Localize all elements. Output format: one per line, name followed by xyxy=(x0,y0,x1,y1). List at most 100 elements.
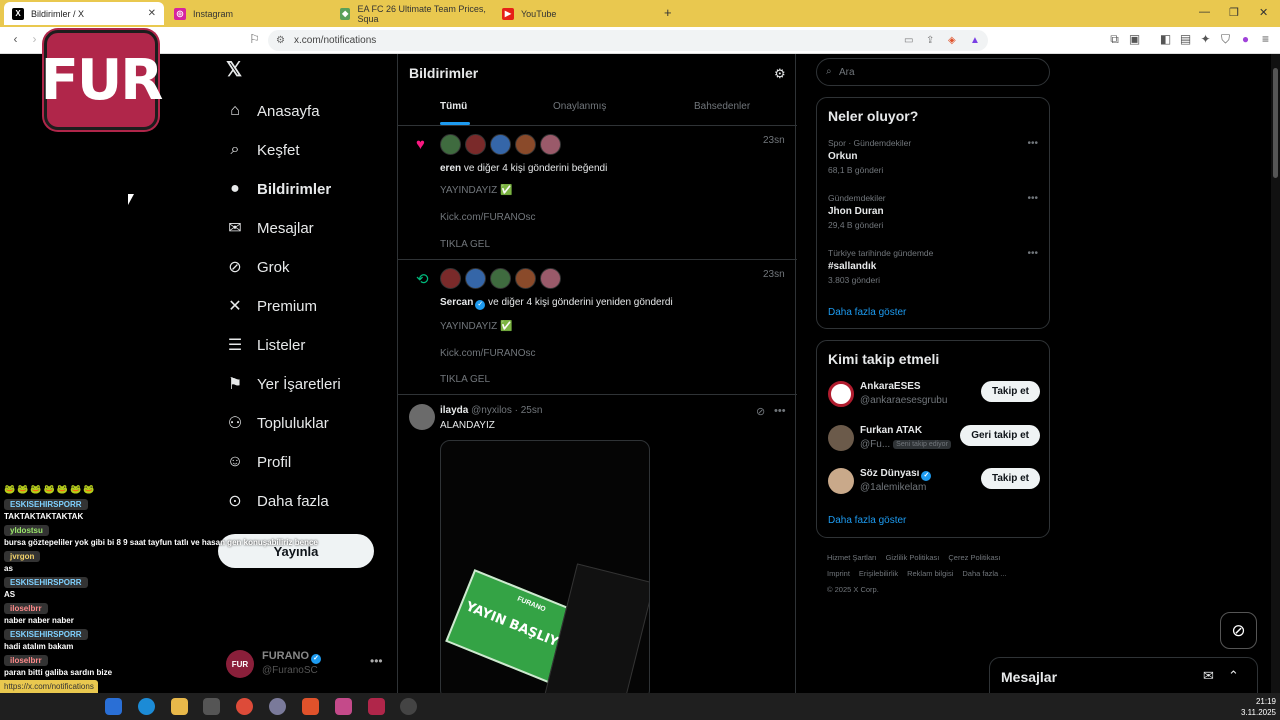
nav-messages[interactable]: ✉ Mesajlar xyxy=(226,213,313,243)
avatar[interactable] xyxy=(465,134,486,155)
nav-communities[interactable]: ⚇ Topluluklar xyxy=(226,408,329,438)
nav-explore[interactable]: ⌕ Keşfet xyxy=(226,135,300,165)
tab-verified[interactable]: Onaylanmış xyxy=(553,101,606,112)
tab-all[interactable]: Tümü xyxy=(440,101,467,112)
gear-icon[interactable]: ⚙ xyxy=(774,66,786,82)
nav-profile[interactable]: ☺ Profil xyxy=(226,447,291,477)
x-logo-icon[interactable]: 𝕏 xyxy=(226,60,246,80)
nav-premium[interactable]: ✕ Premium xyxy=(226,291,317,321)
browser-tab-x[interactable]: X Bildirimler / X ✕ xyxy=(4,2,164,25)
share-icon[interactable]: ⇪ xyxy=(926,35,934,46)
more-icon[interactable]: ••• xyxy=(1027,138,1038,149)
site-info-icon[interactable]: ⚙ xyxy=(276,35,285,46)
avatar[interactable] xyxy=(515,134,536,155)
notification-repost[interactable]: ⟲ 23sn Sercan ✓ ve diğer 4 kişi gönderini… xyxy=(398,260,797,394)
follow-button[interactable]: Takip et xyxy=(980,468,1040,489)
store-icon[interactable] xyxy=(203,698,220,715)
nav-lists[interactable]: ☰ Listeler xyxy=(226,330,306,360)
more-icon[interactable]: ••• xyxy=(370,654,383,668)
follow-suggestion[interactable]: Söz Dünyası ✓ @1alemikelam Takip et xyxy=(828,466,1040,498)
brave-shield-icon[interactable]: ◈ xyxy=(948,35,956,46)
browser-menu-icon[interactable]: ≡ xyxy=(1259,33,1272,46)
scrollbar-thumb[interactable] xyxy=(1273,68,1278,178)
avatar[interactable] xyxy=(540,134,561,155)
obs-icon[interactable] xyxy=(400,698,417,715)
show-more-follow-link[interactable]: Daha fazla göster xyxy=(828,515,906,526)
system-clock[interactable]: 21:19 3.11.2025 xyxy=(1238,696,1276,718)
grok-icon[interactable]: ⊘ xyxy=(756,405,765,418)
taskbar-app-icon[interactable] xyxy=(335,698,352,715)
tab-mentions[interactable]: Bahsedenler xyxy=(694,101,750,112)
avatar[interactable] xyxy=(490,134,511,155)
search-input[interactable] xyxy=(839,64,1039,81)
window-close-icon[interactable]: ✕ xyxy=(1259,6,1268,19)
tab-search-icon[interactable]: ▣ xyxy=(1128,33,1141,46)
footer-link[interactable]: Çerez Politikası xyxy=(948,553,1000,562)
tweet-media[interactable]: FURANO YAYIN BAŞLIYOR xyxy=(440,440,650,700)
show-more-trends-link[interactable]: Daha fazla göster xyxy=(828,307,906,318)
avatar[interactable] xyxy=(465,268,486,289)
trend-item[interactable]: Spor · Gündemdekiler Orkun 68,1 B gönder… xyxy=(828,138,1038,175)
expand-icon[interactable]: ⌃ xyxy=(1228,668,1239,684)
brave-icon[interactable] xyxy=(302,698,319,715)
brave-rewards-icon[interactable]: ▲ xyxy=(970,35,980,46)
follow-button[interactable]: Takip et xyxy=(980,381,1040,402)
more-icon[interactable]: ••• xyxy=(774,405,786,417)
nav-grok[interactable]: ⊘ Grok xyxy=(226,252,289,282)
messages-dock[interactable]: Mesajlar ✉ ⌃ xyxy=(989,657,1258,695)
footer-link[interactable]: Daha fazla ... xyxy=(962,569,1006,578)
bookmark-page-icon[interactable]: ⚐ xyxy=(248,33,261,46)
follow-suggestion[interactable]: Furkan ATAK @Fu... Seni takip ediyor Geri… xyxy=(828,423,1040,455)
avatar[interactable] xyxy=(540,268,561,289)
follow-back-button[interactable]: Geri takip et xyxy=(960,425,1040,446)
avatar[interactable] xyxy=(515,268,536,289)
file-explorer-icon[interactable] xyxy=(171,698,188,715)
tweet-author[interactable]: ilayda xyxy=(440,405,468,416)
trend-item[interactable]: Gündemdekiler Jhon Duran 29,4 B gönderi … xyxy=(828,193,1038,230)
minimize-icon[interactable]: — xyxy=(1199,6,1210,18)
footer-link[interactable]: Reklam bilgisi xyxy=(907,569,953,578)
nav-home[interactable]: ⌂ Anasayfa xyxy=(226,96,319,126)
edge-icon[interactable] xyxy=(138,698,155,715)
vpn-icon[interactable]: ⛉ xyxy=(1219,33,1232,46)
avatar[interactable] xyxy=(440,268,461,289)
more-icon[interactable]: ••• xyxy=(1027,248,1038,259)
footer-link[interactable]: Hizmet Şartları xyxy=(827,553,877,562)
notification-like[interactable]: ♥ 23sn eren ve diğer 4 kişi gönderini be… xyxy=(398,126,797,259)
restore-icon[interactable]: ❐ xyxy=(1229,6,1239,19)
actor-name[interactable]: Sercan xyxy=(440,297,473,308)
install-app-icon[interactable]: ▭ xyxy=(904,35,913,46)
footer-link[interactable]: Erişilebilirlik xyxy=(859,569,898,578)
trend-item[interactable]: Türkiye tarihinde gündemde #sallandık 3.… xyxy=(828,248,1038,285)
browser-tab-instagram[interactable]: ◎ Instagram xyxy=(166,2,332,25)
footer-link[interactable]: Imprint xyxy=(827,569,850,578)
footer-link[interactable]: Gizlilik Politikası xyxy=(886,553,940,562)
nav-bookmarks[interactable]: ⚑ Yer İşaretleri xyxy=(226,369,341,399)
sidebar-toggle-icon[interactable]: ◧ xyxy=(1159,33,1172,46)
taskbar-app-icon[interactable] xyxy=(105,698,122,715)
follow-suggestion[interactable]: AnkaraESES @ankaraesesgrubu Takip et xyxy=(828,379,1040,411)
browser-tab-youtube[interactable]: ▶ YouTube xyxy=(494,2,660,25)
taskbar-app-icon[interactable] xyxy=(269,698,286,715)
grok-floating-button[interactable]: ⊘ xyxy=(1220,612,1257,649)
page-scrollbar[interactable] xyxy=(1271,54,1280,693)
actor-name[interactable]: eren xyxy=(440,163,461,174)
wallet-icon[interactable]: ▤ xyxy=(1179,33,1192,46)
more-icon[interactable]: ••• xyxy=(1027,193,1038,204)
extensions-icon[interactable]: ⧉ xyxy=(1108,33,1121,46)
search-box[interactable]: ⌕ xyxy=(816,58,1050,86)
taskbar-app-icon[interactable] xyxy=(368,698,385,715)
back-icon[interactable]: ‹ xyxy=(9,33,22,46)
forward-icon[interactable]: › xyxy=(28,33,41,46)
new-message-icon[interactable]: ✉ xyxy=(1203,668,1214,684)
avatar[interactable] xyxy=(409,404,435,430)
close-tab-icon[interactable]: ✕ xyxy=(148,8,156,19)
chrome-icon[interactable] xyxy=(236,698,253,715)
new-tab-icon[interactable]: + xyxy=(664,5,672,20)
nav-notifications[interactable]: ● Bildirimler xyxy=(226,174,331,204)
leo-ai-icon[interactable]: ✦ xyxy=(1199,33,1212,46)
browser-tab-futbin[interactable]: ◆ EA FC 26 Ultimate Team Prices, Squa xyxy=(332,2,498,25)
avatar[interactable] xyxy=(440,134,461,155)
avatar[interactable] xyxy=(490,268,511,289)
address-bar[interactable]: ⚙ x.com/notifications ▭ ⇪ ◈ ▲ xyxy=(268,30,988,51)
